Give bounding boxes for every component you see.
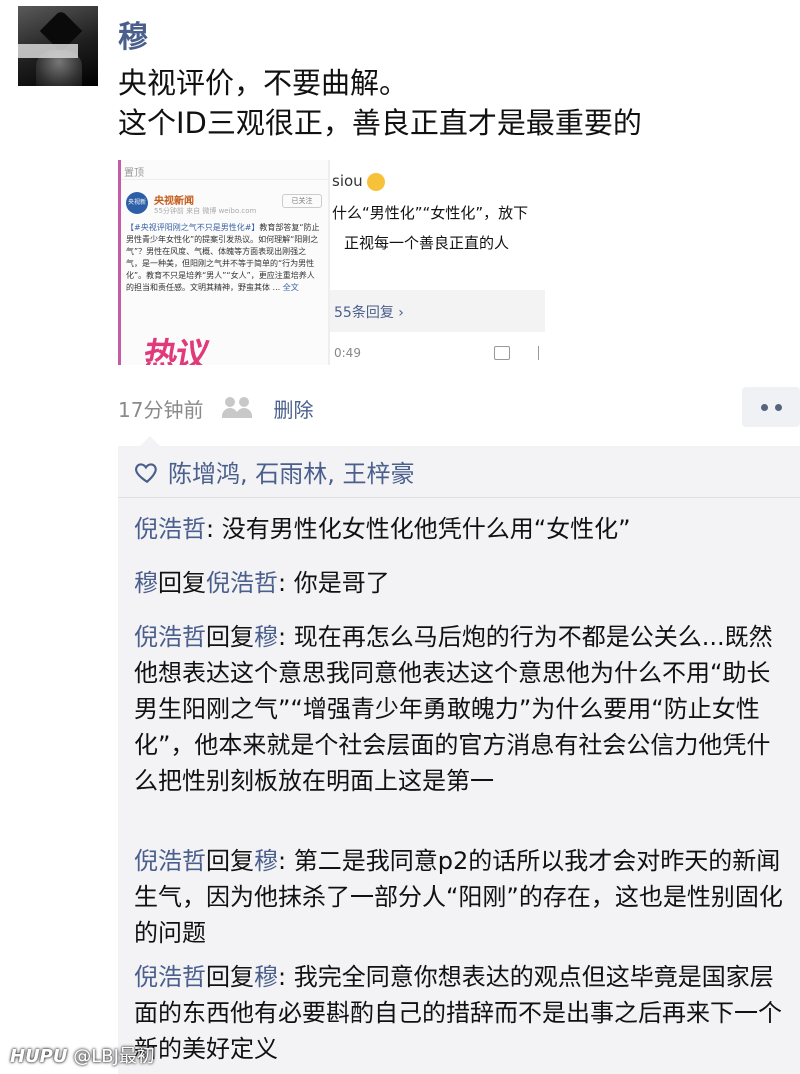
comment-reply-word: 回复 [206, 963, 254, 991]
news-body-text: 教育部答复“防止男性青少年女性化”的提案引发热议。如何理解“阳刚之气”？男性在风… [126, 223, 320, 292]
comment-reply-target[interactable]: 倪浩哲 [206, 569, 278, 597]
comment-author[interactable]: 倪浩哲 [134, 623, 206, 651]
pinned-label: 置顶 [118, 160, 328, 180]
poster-avatar[interactable] [18, 6, 98, 86]
comment-author[interactable]: 倪浩哲 [134, 963, 206, 991]
post-image-2[interactable]: siou 什么“男性化”“女性化”，放下 正视每一个善良正直的人 55条回复 ›… [330, 160, 545, 365]
more-dot-icon [774, 403, 782, 411]
friends-visibility-icon [222, 397, 257, 419]
share-icon [494, 346, 510, 360]
emoji-icon [366, 172, 385, 191]
avatar-censor-bar [18, 44, 78, 58]
more-actions-button[interactable] [742, 387, 800, 427]
image-replies-count: 55条回复 › [330, 290, 545, 332]
comment-item[interactable]: 倪浩哲回复穆: 第二是我同意p2的话所以我才会对昨天的新闻生气，因为他抹杀了一部… [134, 843, 784, 951]
post-meta-row: 17分钟前 删除 [118, 392, 313, 424]
heart-icon [135, 462, 157, 483]
post-image-1[interactable]: 置顶 央视新闻 央视新闻 55分钟前 来自 微博 weibo.com 已关注 【… [118, 160, 330, 365]
news-hashtag: 【#央视评阳刚之气不只是男性化#】 [126, 223, 260, 232]
comment-item[interactable]: 倪浩哲: 没有男性化女性化他凭什么用“女性化” [134, 511, 784, 547]
news-account-name: 央视新闻 [154, 196, 194, 207]
poster-name[interactable]: 穆 [118, 12, 148, 56]
image-time: 0:49 [334, 346, 361, 360]
post-text-line-2: 这个ID三观很正，善良正直才是最重要的 [118, 106, 642, 140]
comment-reply-word: 回复 [206, 847, 254, 875]
comment-text: : 你是哥了 [278, 569, 390, 597]
more-dot-icon [760, 403, 768, 411]
comment-reply-target[interactable]: 穆 [254, 623, 278, 651]
post-text-line-1: 央视评价，不要曲解。 [118, 66, 409, 100]
image-commenter-name: siou [332, 172, 363, 190]
news-art-text: 热议 [139, 336, 211, 365]
image-commenter: siou [332, 172, 385, 191]
likes-names[interactable]: 陈增鸿, 石雨林, 王梓豪 [168, 454, 415, 489]
comment-author[interactable]: 穆 [134, 569, 158, 597]
watermark: HUPU @LBJ最初 [10, 1042, 155, 1068]
likes-row: 陈增鸿, 石雨林, 王梓豪 [118, 446, 800, 498]
comment-reply-target[interactable]: 穆 [254, 847, 278, 875]
news-body: 【#央视评阳刚之气不只是男性化#】教育部答复“防止男性青少年女性化”的提案引发热… [126, 222, 322, 294]
comment-author[interactable]: 倪浩哲 [134, 515, 206, 543]
follow-badge: 已关注 [282, 194, 322, 208]
image-more-icon [538, 346, 542, 360]
comment-item[interactable]: 倪浩哲回复穆: 我完全同意你想表达的观点但这毕竟是国家层面的东西他有必要斟酌自己… [134, 959, 784, 1067]
comment-author[interactable]: 倪浩哲 [134, 847, 206, 875]
comments-panel: 陈增鸿, 石雨林, 王梓豪 倪浩哲: 没有男性化女性化他凭什么用“女性化” 穆回… [118, 436, 800, 1074]
news-meta: 55分钟前 来自 微博 weibo.com [154, 207, 257, 215]
comment-reply-word: 回复 [158, 569, 206, 597]
comment-reply-word: 回复 [206, 623, 254, 651]
image-comment-line-2: 正视每一个善良正直的人 [344, 234, 510, 252]
watermark-handle: @LBJ最初 [73, 1046, 155, 1067]
news-account-logo: 央视新闻 [126, 192, 148, 228]
comment-text: : 没有男性化女性化他凭什么用“女性化” [206, 515, 631, 543]
comment-item[interactable]: 穆回复倪浩哲: 你是哥了 [134, 565, 784, 601]
comment-reply-target[interactable]: 穆 [254, 963, 278, 991]
watermark-brand: HUPU [10, 1046, 68, 1067]
post-time: 17分钟前 [118, 397, 204, 422]
image-edge-strip [118, 160, 121, 365]
comment-item[interactable]: 倪浩哲回复穆: 现在再怎么马后炮的行为不都是公关么...既然他想表达这个意思我同… [134, 619, 784, 799]
delete-button[interactable]: 删除 [273, 394, 313, 423]
news-more-link: 全文 [282, 283, 299, 292]
image-comment-line-1: 什么“男性化”“女性化”，放下 [332, 204, 529, 222]
